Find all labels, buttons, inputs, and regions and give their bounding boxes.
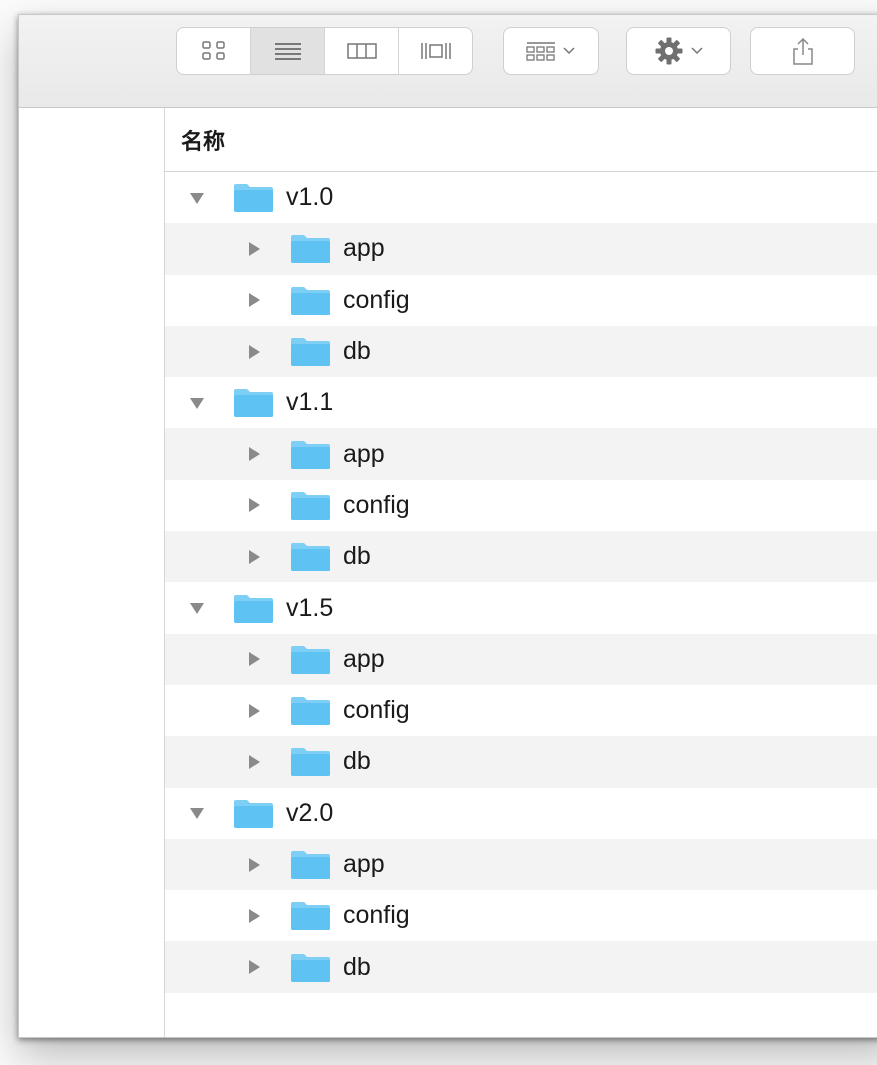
disclosure-expanded-icon[interactable] — [189, 395, 205, 411]
folder-name: config — [343, 901, 410, 930]
folder-row[interactable]: app — [165, 223, 877, 275]
folder-icon — [234, 389, 273, 418]
folder-row[interactable]: db — [165, 941, 877, 993]
folder-icon — [291, 543, 330, 572]
disclosure-collapsed-icon[interactable] — [246, 549, 262, 565]
share-icon — [792, 37, 813, 65]
folder-name: v1.1 — [286, 388, 334, 417]
disclosure-expanded-icon[interactable] — [189, 190, 205, 206]
share-button[interactable] — [750, 27, 855, 75]
gear-icon — [655, 37, 682, 65]
disclosure-collapsed-icon[interactable] — [246, 446, 262, 462]
column-header-label: 名称 — [181, 128, 226, 154]
folder-icon — [234, 594, 273, 623]
column-view-button[interactable] — [325, 28, 399, 74]
folder-icon — [291, 645, 330, 674]
folder-icon — [291, 748, 330, 777]
folder-name: db — [343, 337, 371, 366]
file-list: 名称 v1.0 app config db v1.1 app config db… — [165, 108, 877, 1037]
folder-row[interactable]: config — [165, 685, 877, 736]
folder-row[interactable]: app — [165, 633, 877, 685]
toolbar — [19, 15, 877, 108]
chevron-down-icon — [690, 47, 703, 55]
folder-name: config — [343, 696, 410, 725]
cover-flow-button[interactable] — [399, 28, 472, 74]
folder-row[interactable]: v1.1 — [165, 377, 877, 428]
finder-window: 名称 v1.0 app config db v1.1 app config db… — [18, 14, 877, 1038]
disclosure-collapsed-icon[interactable] — [246, 241, 262, 257]
folder-name: v1.0 — [286, 183, 334, 212]
chevron-down-icon — [563, 47, 575, 55]
folder-icon — [234, 184, 273, 213]
action-button[interactable] — [626, 27, 731, 75]
folder-name: app — [343, 850, 385, 878]
group-by-button[interactable] — [503, 27, 599, 75]
disclosure-collapsed-icon[interactable] — [246, 908, 262, 924]
disclosure-expanded-icon[interactable] — [189, 805, 205, 821]
folder-row[interactable]: app — [165, 428, 877, 480]
folder-row[interactable]: db — [165, 736, 877, 788]
list-view-icon — [274, 43, 301, 60]
disclosure-collapsed-icon[interactable] — [246, 344, 262, 360]
column-view-icon — [346, 43, 377, 59]
folder-row[interactable]: config — [165, 275, 877, 326]
sidebar — [19, 108, 165, 1037]
disclosure-collapsed-icon[interactable] — [246, 857, 262, 873]
disclosure-collapsed-icon[interactable] — [246, 651, 262, 667]
folder-name: app — [343, 439, 385, 468]
disclosure-collapsed-icon[interactable] — [246, 292, 262, 308]
icon-view-icon — [201, 41, 225, 60]
folder-name: app — [343, 234, 385, 263]
folder-icon — [291, 338, 330, 367]
icon-view-button[interactable] — [177, 28, 251, 74]
folder-icon — [291, 286, 330, 315]
folder-row[interactable]: db — [165, 325, 877, 378]
column-header-name[interactable]: 名称 — [165, 108, 877, 172]
folder-icon — [291, 235, 330, 264]
folder-row[interactable]: db — [165, 531, 877, 583]
folder-row[interactable]: v2.0 — [165, 788, 877, 839]
cover-flow-icon — [420, 43, 451, 59]
folder-icon — [291, 697, 330, 726]
disclosure-collapsed-icon[interactable] — [246, 959, 262, 975]
folder-icon — [291, 953, 330, 982]
folder-name: db — [343, 542, 371, 571]
folder-name: config — [343, 285, 410, 314]
folder-row[interactable]: v1.0 — [165, 172, 877, 223]
folder-row[interactable]: config — [165, 890, 877, 941]
folder-name: db — [343, 952, 371, 981]
folder-name: db — [343, 747, 371, 776]
folder-icon — [291, 491, 330, 520]
folder-icon — [291, 440, 330, 469]
folder-row[interactable]: v1.5 — [165, 582, 877, 633]
view-mode-segmented-control — [176, 27, 473, 75]
folder-name: config — [343, 490, 410, 519]
folder-icon — [291, 902, 330, 931]
folder-row[interactable]: config — [165, 480, 877, 531]
disclosure-collapsed-icon[interactable] — [246, 703, 262, 719]
group-by-icon — [526, 42, 555, 61]
folder-icon — [291, 851, 330, 879]
folder-icon — [234, 799, 273, 828]
folder-name: v1.5 — [286, 593, 334, 622]
folder-name: v2.0 — [286, 798, 334, 827]
disclosure-expanded-icon[interactable] — [189, 600, 205, 616]
disclosure-collapsed-icon[interactable] — [246, 497, 262, 513]
folder-row[interactable]: app — [165, 838, 877, 891]
disclosure-collapsed-icon[interactable] — [246, 754, 262, 770]
list-view-button[interactable] — [251, 28, 325, 74]
folder-name: app — [343, 644, 385, 673]
